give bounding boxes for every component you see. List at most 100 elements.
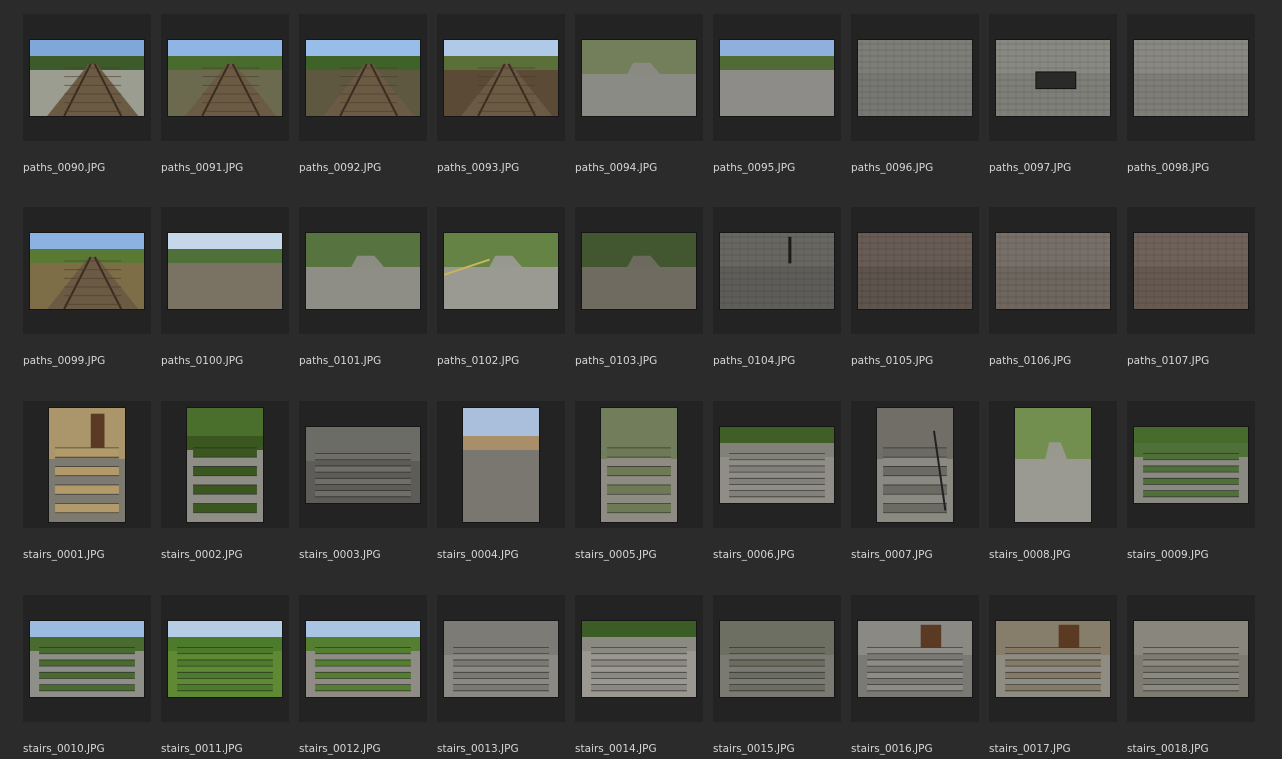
- thumbnail-tile[interactable]: stairs_0002.JPG: [161, 401, 289, 561]
- thumbnail-image[interactable]: [996, 232, 1110, 309]
- thumbnail-tile[interactable]: stairs_0012.JPG: [299, 595, 427, 755]
- thumbnail-tile[interactable]: paths_0094.JPG: [575, 14, 703, 174]
- thumbnail-image[interactable]: [49, 407, 125, 522]
- thumbnail-tile[interactable]: stairs_0008.JPG: [989, 401, 1117, 561]
- thumbnail-tile[interactable]: stairs_0007.JPG: [851, 401, 979, 561]
- thumbnail-tile[interactable]: paths_0090.JPG: [23, 14, 151, 174]
- thumbnail-frame[interactable]: [437, 207, 565, 334]
- thumbnail-frame[interactable]: [299, 595, 427, 722]
- thumbnail-tile[interactable]: paths_0091.JPG: [161, 14, 289, 174]
- thumbnail-frame[interactable]: [713, 207, 841, 334]
- thumbnail-image[interactable]: [720, 39, 834, 116]
- thumbnail-tile[interactable]: paths_0098.JPG: [1127, 14, 1255, 174]
- thumbnail-tile[interactable]: paths_0097.JPG: [989, 14, 1117, 174]
- thumbnail-tile[interactable]: stairs_0017.JPG: [989, 595, 1117, 755]
- thumbnail-tile[interactable]: paths_0100.JPG: [161, 207, 289, 367]
- thumbnail-image[interactable]: [30, 39, 144, 116]
- thumbnail-frame[interactable]: [851, 401, 979, 528]
- thumbnail-image[interactable]: [168, 232, 282, 309]
- thumbnail-tile[interactable]: paths_0106.JPG: [989, 207, 1117, 367]
- thumbnail-tile[interactable]: stairs_0005.JPG: [575, 401, 703, 561]
- thumbnail-tile[interactable]: stairs_0014.JPG: [575, 595, 703, 755]
- thumbnail-image[interactable]: [858, 232, 972, 309]
- thumbnail-frame[interactable]: [299, 14, 427, 141]
- thumbnail-frame[interactable]: [161, 14, 289, 141]
- thumbnail-frame[interactable]: [575, 14, 703, 141]
- thumbnail-tile[interactable]: paths_0103.JPG: [575, 207, 703, 367]
- thumbnail-frame[interactable]: [1127, 595, 1255, 722]
- thumbnail-tile[interactable]: stairs_0010.JPG: [23, 595, 151, 755]
- thumbnail-frame[interactable]: [851, 14, 979, 141]
- thumbnail-image[interactable]: [306, 39, 420, 116]
- thumbnail-frame[interactable]: [23, 595, 151, 722]
- thumbnail-image[interactable]: [168, 620, 282, 697]
- thumbnail-tile[interactable]: stairs_0013.JPG: [437, 595, 565, 755]
- thumbnail-frame[interactable]: [23, 14, 151, 141]
- thumbnail-tile[interactable]: stairs_0001.JPG: [23, 401, 151, 561]
- thumbnail-image[interactable]: [306, 620, 420, 697]
- thumbnail-image[interactable]: [720, 232, 834, 309]
- thumbnail-frame[interactable]: [575, 207, 703, 334]
- thumbnail-image[interactable]: [1134, 39, 1248, 116]
- thumbnail-frame[interactable]: [713, 595, 841, 722]
- thumbnail-image[interactable]: [1134, 232, 1248, 309]
- thumbnail-frame[interactable]: [437, 595, 565, 722]
- thumbnail-tile[interactable]: stairs_0009.JPG: [1127, 401, 1255, 561]
- thumbnail-image[interactable]: [582, 620, 696, 697]
- thumbnail-frame[interactable]: [575, 595, 703, 722]
- thumbnail-image[interactable]: [444, 232, 558, 309]
- thumbnail-tile[interactable]: paths_0104.JPG: [713, 207, 841, 367]
- thumbnail-image[interactable]: [463, 407, 539, 522]
- thumbnail-tile[interactable]: stairs_0018.JPG: [1127, 595, 1255, 755]
- thumbnail-frame[interactable]: [713, 14, 841, 141]
- thumbnail-image[interactable]: [1134, 426, 1248, 503]
- thumbnail-tile[interactable]: stairs_0006.JPG: [713, 401, 841, 561]
- thumbnail-image[interactable]: [720, 620, 834, 697]
- thumbnail-frame[interactable]: [713, 401, 841, 528]
- thumbnail-tile[interactable]: paths_0099.JPG: [23, 207, 151, 367]
- thumbnail-frame[interactable]: [851, 595, 979, 722]
- thumbnail-tile[interactable]: paths_0096.JPG: [851, 14, 979, 174]
- thumbnail-image[interactable]: [582, 39, 696, 116]
- thumbnail-tile[interactable]: paths_0095.JPG: [713, 14, 841, 174]
- thumbnail-image[interactable]: [601, 407, 677, 522]
- thumbnail-tile[interactable]: stairs_0011.JPG: [161, 595, 289, 755]
- thumbnail-tile[interactable]: stairs_0004.JPG: [437, 401, 565, 561]
- thumbnail-frame[interactable]: [161, 595, 289, 722]
- thumbnail-frame[interactable]: [437, 14, 565, 141]
- thumbnail-frame[interactable]: [23, 207, 151, 334]
- thumbnail-image[interactable]: [444, 620, 558, 697]
- thumbnail-image[interactable]: [1015, 407, 1091, 522]
- thumbnail-tile[interactable]: paths_0107.JPG: [1127, 207, 1255, 367]
- thumbnail-image[interactable]: [306, 232, 420, 309]
- thumbnail-frame[interactable]: [299, 401, 427, 528]
- thumbnail-tile[interactable]: paths_0105.JPG: [851, 207, 979, 367]
- thumbnail-image[interactable]: [168, 39, 282, 116]
- thumbnail-frame[interactable]: [437, 401, 565, 528]
- thumbnail-tile[interactable]: stairs_0016.JPG: [851, 595, 979, 755]
- thumbnail-image[interactable]: [187, 407, 263, 522]
- thumbnail-frame[interactable]: [1127, 401, 1255, 528]
- thumbnail-image[interactable]: [996, 620, 1110, 697]
- thumbnail-tile[interactable]: paths_0102.JPG: [437, 207, 565, 367]
- thumbnail-image[interactable]: [444, 39, 558, 116]
- thumbnail-image[interactable]: [720, 426, 834, 503]
- thumbnail-image[interactable]: [30, 232, 144, 309]
- thumbnail-frame[interactable]: [989, 401, 1117, 528]
- thumbnail-image[interactable]: [1134, 620, 1248, 697]
- thumbnail-tile[interactable]: paths_0101.JPG: [299, 207, 427, 367]
- thumbnail-tile[interactable]: paths_0092.JPG: [299, 14, 427, 174]
- thumbnail-image[interactable]: [858, 620, 972, 697]
- thumbnail-frame[interactable]: [161, 207, 289, 334]
- thumbnail-tile[interactable]: stairs_0003.JPG: [299, 401, 427, 561]
- thumbnail-image[interactable]: [996, 39, 1110, 116]
- thumbnail-tile[interactable]: stairs_0015.JPG: [713, 595, 841, 755]
- thumbnail-frame[interactable]: [989, 595, 1117, 722]
- thumbnail-tile[interactable]: paths_0093.JPG: [437, 14, 565, 174]
- thumbnail-image[interactable]: [858, 39, 972, 116]
- thumbnail-image[interactable]: [306, 426, 420, 503]
- thumbnail-frame[interactable]: [1127, 207, 1255, 334]
- thumbnail-frame[interactable]: [989, 14, 1117, 141]
- thumbnail-frame[interactable]: [989, 207, 1117, 334]
- thumbnail-frame[interactable]: [1127, 14, 1255, 141]
